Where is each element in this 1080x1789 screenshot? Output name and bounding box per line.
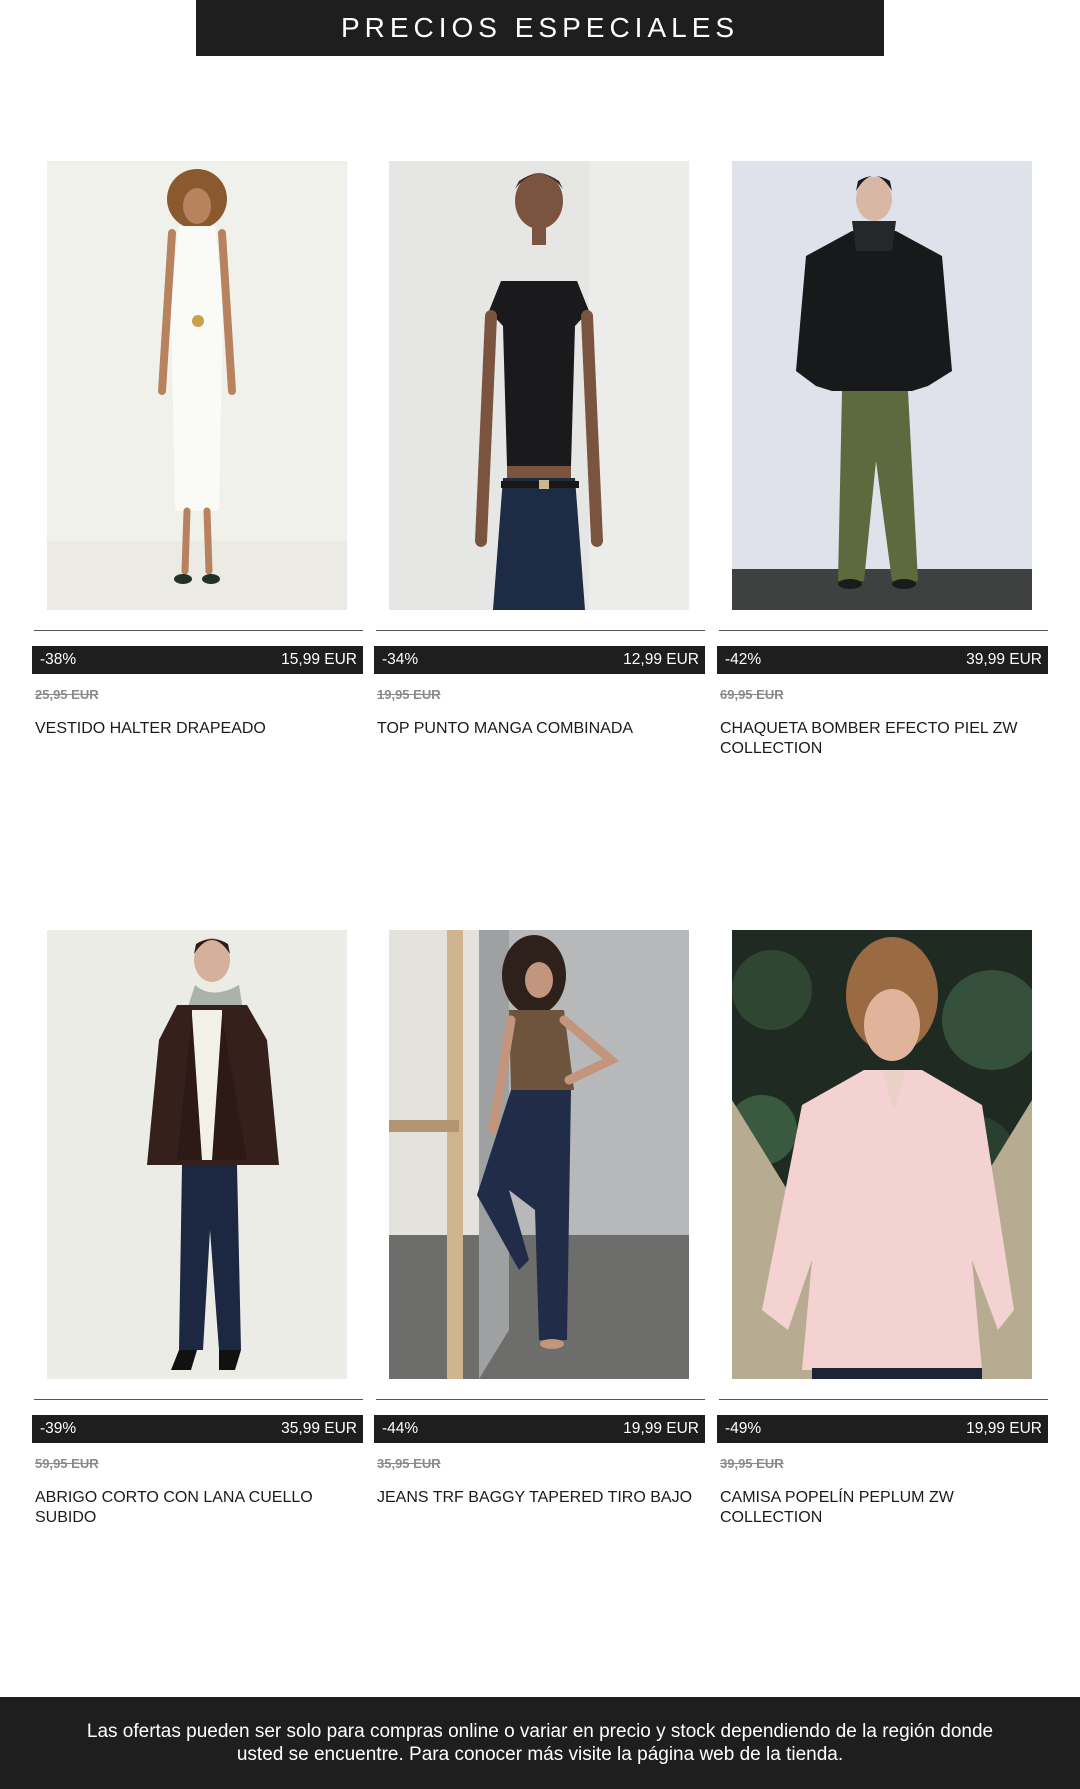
discount-badge: -44% [382, 1420, 419, 1437]
original-price: 19,95 EUR [377, 687, 441, 702]
discount-badge: -49% [725, 1420, 762, 1437]
original-price: 35,95 EUR [377, 1456, 441, 1471]
original-price: 25,95 EUR [35, 687, 99, 702]
sale-price: 35,99 EUR [281, 1420, 357, 1437]
sale-price: 19,99 EUR [623, 1420, 699, 1437]
woman-brown-wool-coat-photo [47, 930, 347, 1379]
woman-pink-peplum-shirt-photo [732, 930, 1032, 1379]
woman-black-knit-top-jeans-photo [389, 161, 689, 610]
discount-badge: -38% [40, 651, 77, 668]
discount-badge: -39% [40, 1420, 77, 1437]
divider [719, 1399, 1048, 1400]
product-image[interactable] [732, 161, 1032, 610]
page-title: PRECIOS ESPECIALES [340, 12, 740, 43]
woman-black-leather-bomber-photo [732, 161, 1032, 610]
sale-price: 39,99 EUR [966, 651, 1042, 668]
product-name[interactable]: ABRIGO CORTO CON LANA CUELLO SUBIDO [35, 1488, 360, 1528]
product-name[interactable]: TOP PUNTO MANGA COMBINADA [377, 719, 702, 739]
product-name[interactable]: JEANS TRF BAGGY TAPERED TIRO BAJO [377, 1488, 702, 1508]
divider [719, 630, 1048, 631]
product-image[interactable] [389, 930, 689, 1379]
product-name[interactable]: CAMISA POPELÍN PEPLUM ZW COLLECTION [720, 1488, 1045, 1528]
page-title-banner: PRECIOS ESPECIALES [196, 0, 884, 56]
price-bar: -34% 12,99 EUR [374, 646, 705, 674]
price-bar: -42% 39,99 EUR [717, 646, 1048, 674]
product-image[interactable] [47, 161, 347, 610]
divider [34, 1399, 363, 1400]
sale-price: 15,99 EUR [281, 651, 357, 668]
original-price: 69,95 EUR [720, 687, 784, 702]
product-name[interactable]: VESTIDO HALTER DRAPEADO [35, 719, 360, 739]
original-price: 59,95 EUR [35, 1456, 99, 1471]
product-image[interactable] [389, 161, 689, 610]
woman-baggy-jeans-photo [389, 930, 689, 1379]
woman-white-halter-dress-photo [47, 161, 347, 610]
divider [34, 630, 363, 631]
divider [376, 1399, 705, 1400]
sale-price: 12,99 EUR [623, 651, 699, 668]
price-bar: -49% 19,99 EUR [717, 1415, 1048, 1443]
product-image[interactable] [732, 930, 1032, 1379]
discount-badge: -34% [382, 651, 419, 668]
divider [376, 630, 705, 631]
disclaimer-text: Las ofertas pueden ser solo para compras… [86, 1721, 994, 1765]
sale-price: 19,99 EUR [966, 1420, 1042, 1437]
discount-badge: -42% [725, 651, 762, 668]
product-name[interactable]: CHAQUETA BOMBER EFECTO PIEL ZW COLLECTIO… [720, 719, 1045, 759]
price-bar: -38% 15,99 EUR [32, 646, 363, 674]
original-price: 39,95 EUR [720, 1456, 784, 1471]
price-bar: -39% 35,99 EUR [32, 1415, 363, 1443]
product-image[interactable] [47, 930, 347, 1379]
price-bar: -44% 19,99 EUR [374, 1415, 705, 1443]
footer-disclaimer: Las ofertas pueden ser solo para compras… [0, 1697, 1080, 1789]
